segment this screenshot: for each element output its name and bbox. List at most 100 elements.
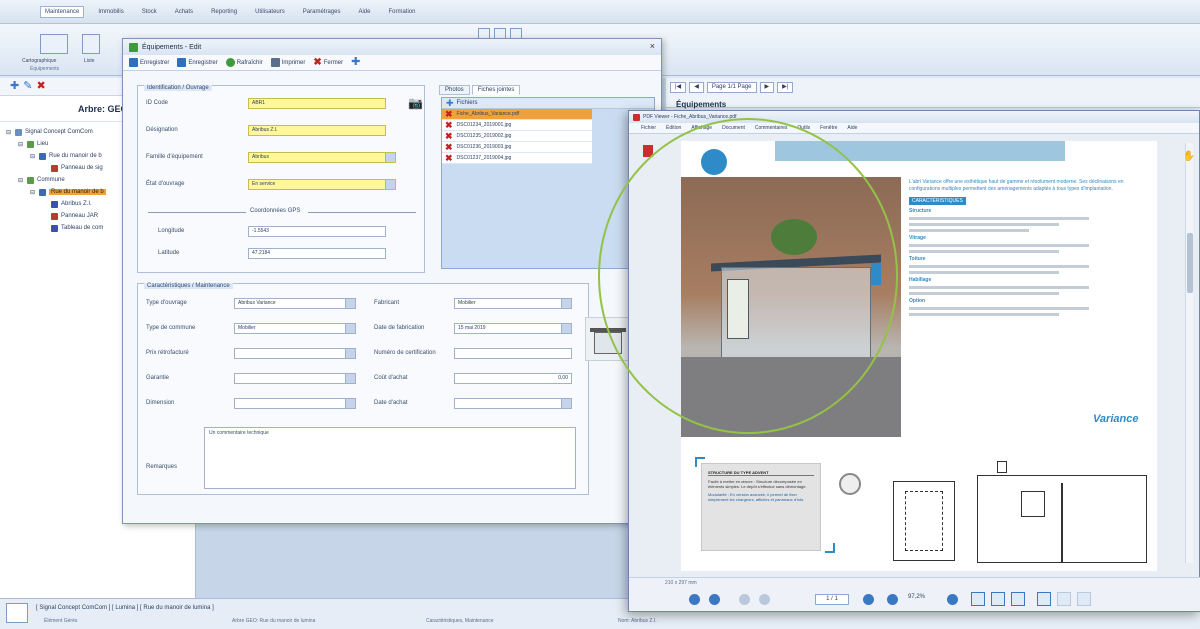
field-input[interactable] [234, 373, 356, 384]
field-input[interactable]: ABR1 [248, 98, 386, 109]
zoom-in-icon[interactable] [947, 594, 958, 605]
field-input[interactable]: 15 mai 2019 [454, 323, 572, 334]
file-row[interactable]: ✖ DSC01237_2019004.jpg [442, 153, 592, 164]
pdf-menu-item[interactable]: Fichier [641, 125, 656, 131]
pdf-vertical-scrollbar[interactable] [1185, 143, 1193, 563]
back-icon[interactable] [739, 594, 750, 605]
delete-file-icon[interactable]: ✖ [445, 109, 453, 119]
zoom-out-icon[interactable] [887, 594, 898, 605]
field-input[interactable]: En service [248, 179, 396, 190]
bus-logo-icon [701, 149, 727, 175]
zoom-level[interactable]: 97,2% [908, 594, 925, 600]
menu-item[interactable]: Aide [354, 7, 374, 17]
two-page-view-icon[interactable] [1011, 592, 1025, 606]
next-page-icon[interactable] [863, 594, 874, 605]
save-button[interactable]: Enregistrer [129, 58, 169, 67]
field-input[interactable] [454, 348, 572, 359]
file-row[interactable]: ✖ DSC01235_2019002.jpg [442, 131, 592, 142]
close-button[interactable]: ✖ Fermer [313, 57, 343, 68]
page-number-input[interactable]: 1 / 1 [815, 594, 849, 605]
coordinate-input[interactable]: 47.2184 [248, 248, 386, 259]
expand-icon[interactable]: ⊟ [6, 129, 12, 136]
pdf-menu-item[interactable]: Fenêtre [820, 125, 837, 131]
continuous-view-icon[interactable] [991, 592, 1005, 606]
dropdown-icon[interactable] [345, 399, 355, 408]
expand-icon[interactable]: ⊟ [30, 153, 36, 160]
next-page-button[interactable]: ▶ [759, 82, 775, 93]
dropdown-icon[interactable] [345, 374, 355, 383]
delete-file-icon[interactable]: ✖ [445, 131, 453, 141]
expand-icon[interactable]: ⊟ [30, 189, 36, 196]
delete-icon[interactable]: ✖ [36, 81, 45, 92]
prev-page-icon[interactable] [709, 594, 720, 605]
file-row[interactable]: ✖ DSC01234_2019001.jpg [442, 120, 592, 131]
first-page-button[interactable]: |◀ [670, 82, 687, 93]
map-view-button[interactable] [40, 34, 68, 54]
pdf-menu-item[interactable]: Affichage [691, 125, 712, 131]
print-button[interactable]: Imprimer [270, 58, 305, 67]
dropdown-icon[interactable] [385, 153, 395, 162]
pdf-menu-item[interactable]: Commentaires [755, 125, 788, 131]
dropdown-icon[interactable] [345, 324, 355, 333]
close-icon[interactable]: × [650, 41, 655, 51]
field-input[interactable]: Abribus Z.I. [248, 125, 386, 136]
text-tool-icon[interactable] [1077, 592, 1091, 606]
menu-item[interactable]: Formation [384, 7, 419, 17]
refresh-button[interactable]: Rafraîchir [225, 58, 263, 67]
hand-tool-icon[interactable]: ✋ [1183, 151, 1195, 162]
menu-item[interactable]: Maintenance [40, 5, 85, 18]
dropdown-icon[interactable] [561, 299, 571, 308]
add-file-icon[interactable]: ✚ [446, 98, 454, 108]
save-close-button[interactable]: Enregistrer [177, 58, 218, 67]
forward-icon[interactable] [759, 594, 770, 605]
single-page-view-icon[interactable] [971, 592, 985, 606]
field-input[interactable]: Abribus Variance [234, 298, 356, 309]
field-input[interactable]: Mobilier [454, 298, 572, 309]
tab-photos[interactable]: Photos [439, 85, 470, 95]
field-input[interactable] [234, 348, 356, 359]
pdf-bookmark-icon[interactable] [643, 145, 653, 157]
menu-item[interactable]: Utilisateurs [251, 7, 289, 17]
dropdown-icon[interactable] [385, 180, 395, 189]
camera-icon[interactable]: 📷 [408, 96, 423, 110]
expand-icon[interactable]: ⊟ [18, 141, 24, 148]
file-row[interactable]: ✖ Fiche_Abribus_Variance.pdf [442, 109, 592, 120]
pdf-menu-item[interactable]: Outils [797, 125, 810, 131]
remarks-field[interactable]: Un commentaire technique [204, 427, 576, 489]
field-input[interactable]: Abribus [248, 152, 396, 163]
dropdown-icon[interactable] [561, 399, 571, 408]
menu-item[interactable]: Paramétrages [299, 7, 345, 17]
coordinate-input[interactable]: -1.5543 [248, 226, 386, 237]
tab-attached-files[interactable]: Fiches jointes [471, 85, 521, 95]
menu-item[interactable]: Immobilis [94, 7, 127, 17]
list-view-button[interactable] [82, 34, 100, 54]
field-input[interactable]: 0,00 [454, 373, 572, 384]
add-button[interactable]: ✚ [351, 57, 360, 68]
edit-icon[interactable]: ✎ [23, 81, 32, 92]
pdf-menu-item[interactable]: Édition [666, 125, 681, 131]
field-input[interactable] [234, 398, 356, 409]
delete-file-icon[interactable]: ✖ [445, 142, 453, 152]
file-row[interactable]: ✖ DSC01236_2019003.jpg [442, 142, 592, 153]
first-page-icon[interactable] [689, 594, 700, 605]
menu-item[interactable]: Reporting [207, 7, 241, 17]
add-icon[interactable]: ✚ [10, 81, 19, 92]
expand-icon[interactable]: ⊟ [18, 177, 24, 184]
select-tool-icon[interactable] [1057, 592, 1071, 606]
pdf-menu-item[interactable]: Aide [847, 125, 857, 131]
field-input[interactable] [454, 398, 572, 409]
last-page-button[interactable]: ▶| [777, 82, 794, 93]
dropdown-icon[interactable] [345, 349, 355, 358]
menu-item[interactable]: Stock [138, 7, 161, 17]
status-home-button[interactable] [6, 603, 28, 623]
field-input[interactable]: Mobilier [234, 323, 356, 334]
dropdown-icon[interactable] [345, 299, 355, 308]
pdf-menu-item[interactable]: Document [722, 125, 745, 131]
dropdown-icon[interactable] [561, 324, 571, 333]
menu-item[interactable]: Achats [171, 7, 197, 17]
prev-page-button[interactable]: ◀ [689, 82, 704, 93]
fit-page-icon[interactable] [1037, 592, 1051, 606]
delete-file-icon[interactable]: ✖ [445, 120, 453, 130]
delete-file-icon[interactable]: ✖ [445, 153, 453, 163]
scrollbar-thumb[interactable] [1187, 233, 1193, 293]
